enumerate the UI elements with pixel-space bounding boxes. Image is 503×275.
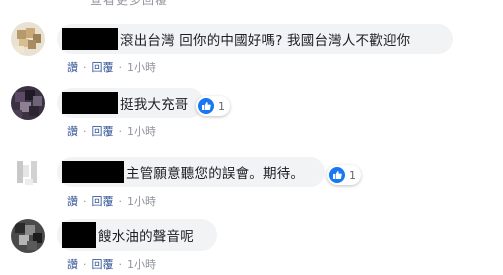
comment-text: 滾出台灣 回你的中國好嗎? 我國台灣人不歡迎你	[120, 33, 411, 49]
like-link[interactable]: 讚	[67, 193, 78, 209]
timestamp[interactable]: 1小時	[127, 59, 156, 75]
separator-dot: ·	[118, 124, 123, 138]
avatar[interactable]	[11, 22, 45, 56]
timestamp[interactable]: 1小時	[127, 256, 156, 272]
avatar[interactable]	[11, 86, 45, 120]
thumbs-up-icon	[329, 167, 345, 183]
comment-actions: 讚 · 回覆 · 1小時	[67, 256, 156, 272]
separator-dot: ·	[83, 60, 87, 74]
comment-bubble: 挺我大充哥	[57, 88, 204, 118]
comment-text: 挺我大充哥	[120, 97, 189, 113]
reply-link[interactable]: 回覆	[92, 256, 114, 272]
like-link[interactable]: 讚	[67, 123, 78, 139]
reply-link[interactable]: 回覆	[92, 193, 114, 209]
redacted-username[interactable]	[62, 161, 124, 183]
avatar[interactable]	[11, 155, 45, 189]
separator-dot: ·	[83, 124, 87, 138]
separator-dot: ·	[83, 194, 87, 208]
like-link[interactable]: 讚	[67, 256, 78, 272]
comment-bubble: 滾出台灣 回你的中國好嗎? 我國台灣人不歡迎你	[57, 24, 453, 54]
like-link[interactable]: 讚	[67, 59, 78, 75]
reaction-summary[interactable]: 1	[196, 96, 230, 116]
comment-text: 主管願意聽您的誤會。期待。	[126, 166, 305, 182]
comment-actions: 讚 · 回覆 · 1小時	[67, 123, 156, 139]
timestamp[interactable]: 1小時	[127, 193, 156, 209]
separator-dot: ·	[118, 257, 123, 271]
reaction-count: 1	[349, 168, 356, 182]
reply-link[interactable]: 回覆	[92, 59, 114, 75]
thumbs-up-icon	[198, 98, 214, 114]
comment-text: 餿水油的聲音呢	[98, 229, 194, 245]
redacted-username[interactable]	[62, 222, 96, 248]
comment-actions: 讚 · 回覆 · 1小時	[67, 193, 156, 209]
separator-dot: ·	[83, 257, 87, 271]
comment-bubble: 主管願意聽您的誤會。期待。	[57, 157, 325, 187]
reaction-summary[interactable]: 1	[327, 165, 361, 185]
redacted-username[interactable]	[62, 28, 118, 50]
reply-link[interactable]: 回覆	[92, 123, 114, 139]
timestamp[interactable]: 1小時	[127, 123, 156, 139]
reaction-count: 1	[218, 99, 225, 113]
comment-bubble: 餿水油的聲音呢	[57, 219, 217, 251]
avatar[interactable]	[11, 219, 45, 253]
separator-dot: ·	[118, 60, 123, 74]
redacted-username[interactable]	[62, 92, 118, 114]
separator-dot: ·	[118, 194, 123, 208]
comment-actions: 讚 · 回覆 · 1小時	[67, 59, 156, 75]
view-more-replies-link[interactable]: 查看更多回覆	[90, 0, 168, 8]
